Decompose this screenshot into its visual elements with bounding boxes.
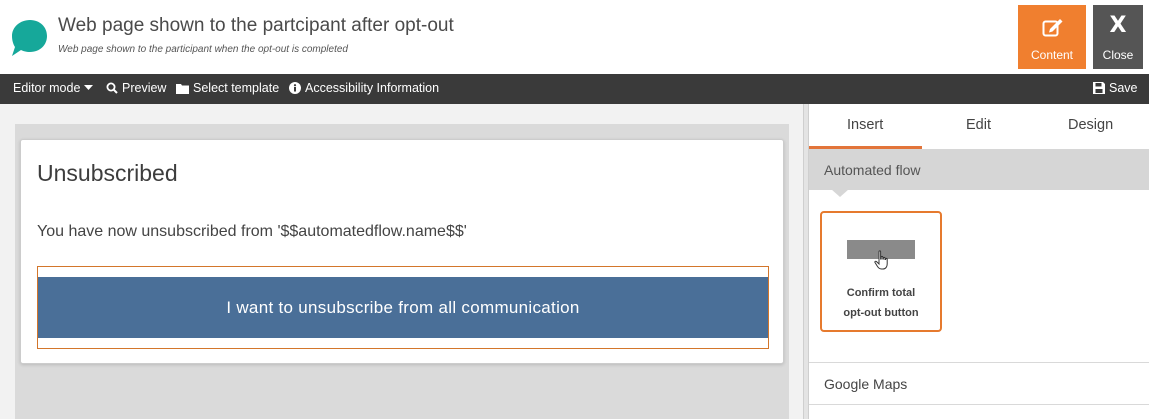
floppy-disk-icon	[1093, 82, 1105, 94]
unsubscribe-all-button[interactable]: I want to unsubscribe from all communica…	[38, 277, 768, 338]
divider	[809, 404, 1149, 405]
folder-icon	[176, 83, 189, 94]
google-maps-section-header[interactable]: Google Maps	[824, 376, 907, 392]
editor-mode-dropdown[interactable]: Editor mode	[13, 81, 94, 95]
preview-message[interactable]: You have now unsubscribed from '$$automa…	[37, 223, 467, 241]
preview-label: Preview	[122, 81, 167, 95]
speech-bubble-icon	[12, 20, 47, 56]
hand-pointer-icon	[874, 250, 888, 270]
editor-mode-label: Editor mode	[13, 81, 81, 95]
tab-edit[interactable]: Edit	[966, 117, 991, 133]
save-label: Save	[1109, 81, 1138, 95]
page-subtitle: Web page shown to the participant when t…	[58, 44, 348, 55]
preview-button[interactable]: Preview	[106, 81, 166, 95]
page-title: Web page shown to the partcipant after o…	[58, 15, 454, 36]
widget-label: Confirm total opt-out button	[822, 283, 940, 323]
confirm-total-optout-widget[interactable]: Confirm total opt-out button	[820, 211, 942, 332]
editor-toolbar: Editor mode Preview Select template Acce…	[0, 74, 1149, 104]
side-panel: Insert Edit Design Automated flow Confir…	[809, 104, 1149, 419]
select-template-button[interactable]: Select template	[176, 81, 279, 95]
selected-block-outline[interactable]: I want to unsubscribe from all communica…	[37, 266, 769, 349]
search-icon	[106, 82, 118, 94]
info-icon	[289, 82, 301, 94]
page-header: Web page shown to the partcipant after o…	[0, 0, 1149, 74]
close-button[interactable]: X Close	[1093, 5, 1143, 69]
automated-flow-section-header[interactable]: Automated flow	[809, 149, 1149, 190]
divider	[809, 362, 1149, 363]
content-button[interactable]: Content	[1018, 5, 1086, 69]
save-button[interactable]: Save	[1093, 81, 1138, 95]
section-pointer	[831, 189, 849, 197]
section-title: Automated flow	[824, 162, 921, 178]
page-preview-card: Unsubscribed You have now unsubscribed f…	[20, 139, 784, 364]
tab-insert[interactable]: Insert	[847, 117, 883, 133]
widget-label-line2: opt-out button	[843, 307, 919, 319]
preview-heading[interactable]: Unsubscribed	[37, 160, 178, 187]
widget-label-line1: Confirm total	[846, 287, 916, 299]
tab-design[interactable]: Design	[1068, 117, 1113, 133]
panel-tabs: Insert Edit Design	[809, 104, 1149, 149]
edit-icon	[1042, 19, 1063, 37]
accessibility-info-label: Accessibility Information	[305, 81, 440, 95]
accessibility-info-button[interactable]: Accessibility Information	[289, 81, 439, 95]
close-button-label: Close	[1102, 48, 1134, 62]
content-button-label: Content	[1030, 48, 1074, 62]
select-template-label: Select template	[193, 81, 280, 95]
close-icon: X	[1109, 13, 1127, 38]
caret-down-icon	[84, 85, 94, 90]
